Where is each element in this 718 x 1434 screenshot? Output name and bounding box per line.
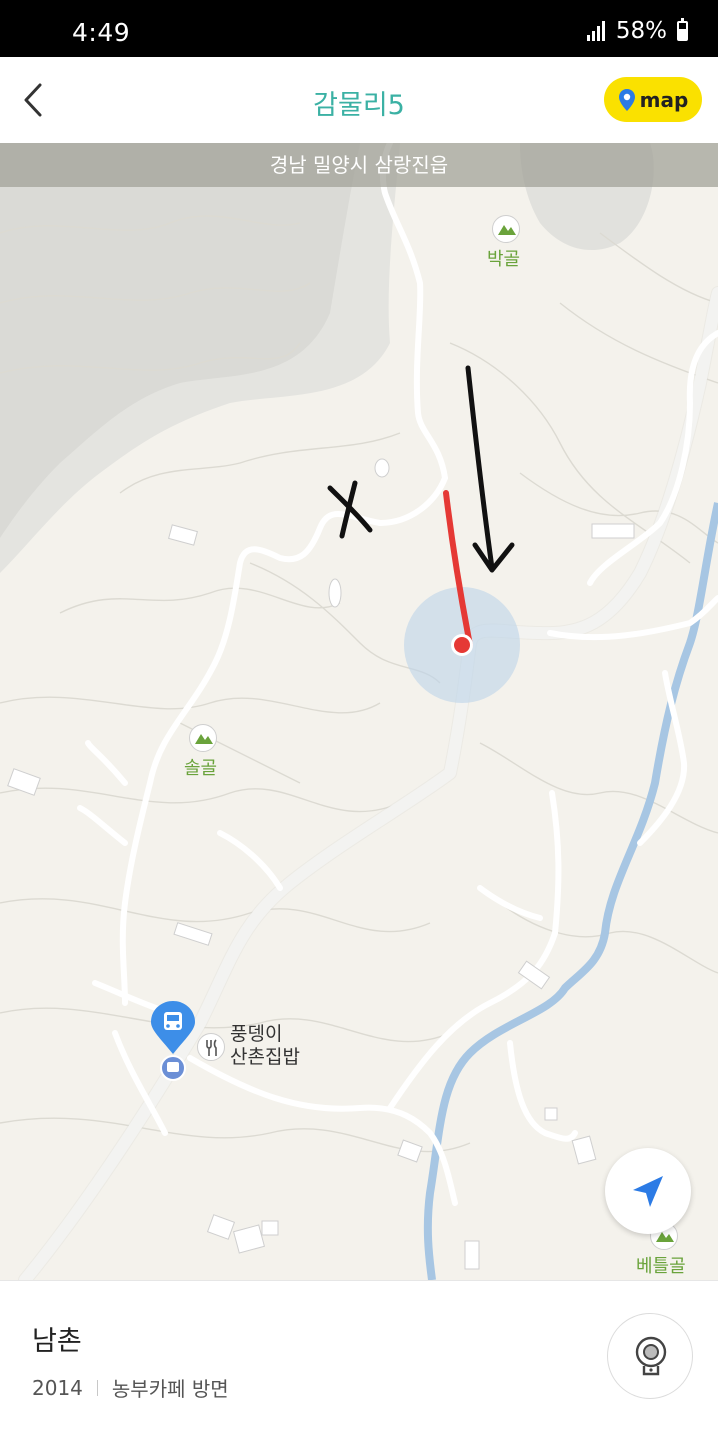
restaurant-icon[interactable] [197,1033,225,1061]
my-location-button[interactable] [605,1148,691,1234]
signal-icon [586,21,605,41]
place-nearby: 농부카페 방면 [111,1377,229,1401]
roadview-button[interactable] [607,1313,693,1399]
drawn-x-annotation [327,480,373,539]
poi-label-restaurant[interactable]: 풍뎅이 산촌집밥 [230,1023,300,1069]
status-icons: 58% [586,18,688,44]
map-canvas [0,143,718,1280]
poi-label-bakgol[interactable]: 박골 [487,245,520,271]
restaurant-name-line1: 풍뎅이 [230,1023,283,1045]
location-arrow-icon [633,1176,663,1207]
map-button-label: map [639,87,689,112]
map-view[interactable]: 경남 밀양시 삼랑진읍 박골 솔골 베틀골 풍뎅이 산촌집밥 [0,143,718,1280]
map-pin-icon [618,88,635,111]
divider [96,1379,98,1396]
place-year: 2014 [32,1375,83,1400]
mountain-icon[interactable] [189,724,217,752]
status-bar: 4:49 58% [0,0,718,57]
region-label: 경남 밀양시 삼랑진읍 [0,143,718,187]
status-time: 4:49 [72,18,131,47]
mountain-icon[interactable] [492,215,520,243]
place-meta: 2014 농부카페 방면 [32,1373,229,1402]
restaurant-name-line2: 산촌집밥 [230,1046,300,1068]
drawn-arrow-annotation [465,365,515,573]
place-name: 남촌 [32,1326,82,1357]
place-info-panel[interactable]: 남촌 2014 농부카페 방면 [0,1280,718,1434]
camera-icon [635,1336,667,1376]
open-map-button[interactable]: map [604,77,702,122]
bus-stop-icon[interactable] [150,1000,198,1082]
battery-icon [677,18,688,41]
battery-percent: 58% [615,18,667,44]
poi-label-betulgol[interactable]: 베틀골 [636,1252,686,1278]
top-app-bar: 감물리5 map [0,57,718,143]
poi-label-solgol[interactable]: 솔골 [184,754,217,780]
